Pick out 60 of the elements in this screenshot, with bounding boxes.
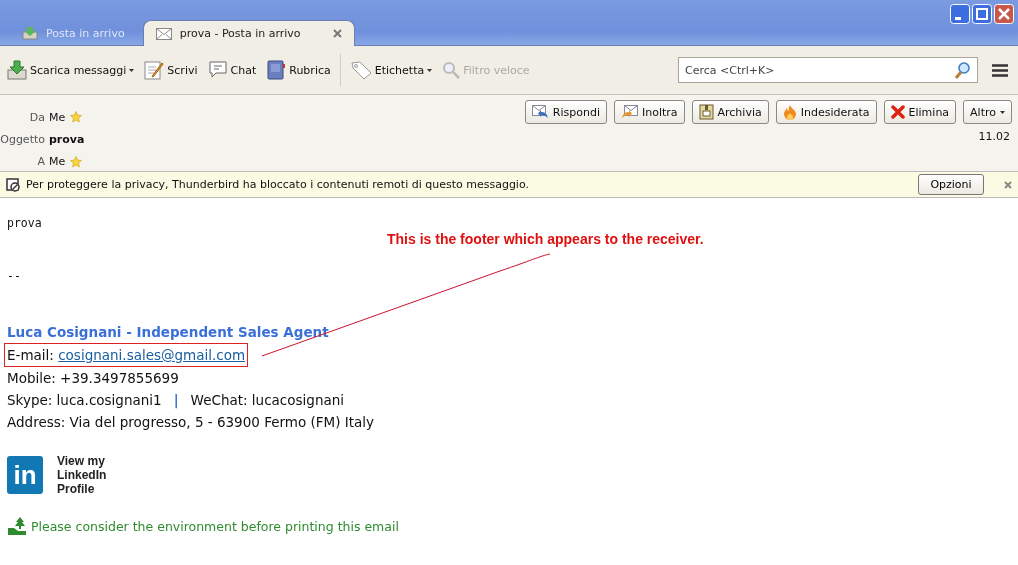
caret-icon bbox=[427, 68, 433, 72]
signature-separator: -- bbox=[7, 269, 22, 283]
minimize-button[interactable] bbox=[950, 4, 970, 24]
options-button[interactable]: Opzioni bbox=[918, 174, 984, 195]
address-text: Address: Via del progresso, 5 - 63900 Fermo (FM) Italy bbox=[7, 413, 375, 432]
envelope-icon bbox=[155, 27, 172, 40]
skype-text: Skype: luca.cosignani1 bbox=[7, 391, 162, 410]
message-time: 11.02 bbox=[978, 130, 1011, 143]
linkedin-caption[interactable]: View my LinkedIn Profile bbox=[57, 454, 107, 496]
maximize-button[interactable] bbox=[972, 4, 992, 24]
close-button[interactable] bbox=[994, 4, 1014, 24]
search-field[interactable]: Cerca <Ctrl+K> bbox=[678, 57, 978, 83]
field-label: A bbox=[36, 155, 45, 169]
email-link[interactable]: cosignani.sales@gmail.com bbox=[58, 347, 246, 363]
mobile-text: Mobile: +39.3497855699 bbox=[7, 369, 179, 388]
linkedin-logo[interactable]: in bbox=[7, 456, 43, 494]
toolbar-button[interactable]: Etichetta bbox=[346, 60, 436, 80]
eco-note: Please consider the environment before printing this email bbox=[31, 518, 399, 534]
action-button[interactable]: Altro bbox=[963, 100, 1012, 124]
action-button[interactable]: Indesiderata bbox=[775, 100, 877, 124]
toolbar-button[interactable]: Scrivi bbox=[141, 60, 201, 80]
star-icon[interactable] bbox=[70, 155, 83, 168]
toolbar-button[interactable]: Chat bbox=[204, 60, 260, 80]
signature-name: Luca Cosignani - Independent Sales Agent bbox=[7, 323, 329, 342]
tag-icon bbox=[349, 60, 372, 80]
magnifier-icon bbox=[442, 61, 461, 79]
action-button[interactable]: Rispondi bbox=[524, 100, 607, 124]
field-label: Oggetto bbox=[0, 133, 45, 146]
contact-name[interactable]: Me bbox=[49, 155, 66, 169]
toolbar-button[interactable]: Rubrica bbox=[263, 60, 334, 80]
tab[interactable]: prova - Posta in arrivo bbox=[142, 20, 355, 46]
action-button[interactable]: Elimina bbox=[883, 100, 957, 124]
notification-text: Per proteggere la privacy, Thunderbird ha bloccato i contenuti remoti di questo messaggio. bbox=[26, 178, 529, 191]
flame-icon bbox=[782, 104, 797, 120]
blocked-content-icon bbox=[6, 177, 20, 192]
tree-icon bbox=[7, 517, 27, 535]
download-icon bbox=[7, 60, 27, 80]
action-button[interactable]: Inoltra bbox=[613, 100, 685, 124]
wechat-text: WeChat: lucacosignani bbox=[190, 391, 345, 410]
search-icon[interactable] bbox=[954, 61, 972, 79]
pencil-paper-icon bbox=[144, 60, 165, 80]
action-button[interactable]: Archivia bbox=[691, 100, 769, 124]
close-tab-icon[interactable] bbox=[332, 29, 342, 38]
menu-icon[interactable] bbox=[992, 63, 1008, 77]
toolbar-button[interactable]: Scarica messaggi bbox=[4, 60, 138, 80]
annotation-text: This is the footer which appears to the receiver. bbox=[387, 231, 704, 247]
star-icon[interactable] bbox=[70, 111, 83, 124]
field-label: Da bbox=[28, 110, 45, 124]
divider-text: | bbox=[173, 391, 179, 411]
inbox-icon bbox=[22, 26, 38, 40]
speech-bubble-icon bbox=[207, 60, 228, 80]
delete-icon bbox=[890, 105, 905, 119]
caret-icon bbox=[129, 68, 135, 72]
contact-name[interactable]: Me bbox=[49, 110, 66, 124]
close-icon[interactable] bbox=[1004, 180, 1012, 189]
message-text: prova bbox=[7, 216, 43, 230]
archive-box-icon bbox=[698, 104, 714, 120]
caret-icon bbox=[1000, 110, 1005, 114]
subject-text: prova bbox=[49, 133, 85, 146]
book-icon bbox=[266, 60, 287, 80]
